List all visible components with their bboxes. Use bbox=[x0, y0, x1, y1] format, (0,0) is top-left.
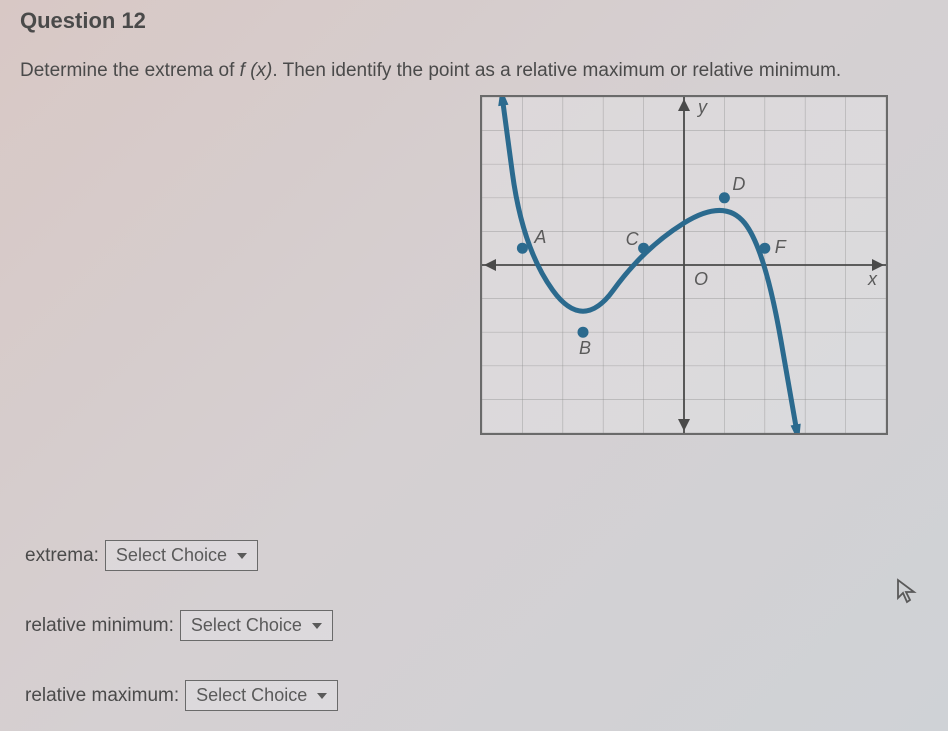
svg-text:x: x bbox=[867, 269, 878, 289]
chevron-down-icon bbox=[312, 623, 322, 629]
prompt-suffix: . Then identify the point as a relative … bbox=[272, 60, 841, 81]
svg-text:C: C bbox=[626, 229, 640, 249]
svg-text:y: y bbox=[696, 97, 708, 117]
extrema-select[interactable]: Select Choice bbox=[105, 540, 258, 571]
relative-maximum-select[interactable]: Select Choice bbox=[185, 680, 338, 711]
svg-text:A: A bbox=[533, 227, 546, 247]
relative-maximum-select-text: Select Choice bbox=[196, 685, 307, 706]
svg-text:O: O bbox=[694, 269, 708, 289]
relative-minimum-select[interactable]: Select Choice bbox=[180, 610, 333, 641]
svg-text:F: F bbox=[775, 237, 787, 257]
question-prompt: Determine the extrema of f (x). Then ide… bbox=[20, 60, 841, 82]
relative-maximum-row: relative maximum: Select Choice bbox=[25, 680, 338, 711]
graph: y x O A B C D F bbox=[480, 95, 888, 435]
svg-text:B: B bbox=[579, 338, 591, 358]
graph-svg: y x O A B C D F bbox=[482, 97, 886, 433]
cursor-icon bbox=[896, 578, 918, 611]
svg-text:D: D bbox=[732, 174, 745, 194]
extrema-select-text: Select Choice bbox=[116, 545, 227, 566]
extrema-label: extrema: bbox=[25, 545, 99, 567]
chevron-down-icon bbox=[237, 553, 247, 559]
chevron-down-icon bbox=[317, 693, 327, 699]
relative-maximum-label: relative maximum: bbox=[25, 685, 179, 707]
prompt-prefix: Determine the extrema of bbox=[20, 60, 240, 81]
relative-minimum-label: relative minimum: bbox=[25, 615, 174, 637]
prompt-fx: f (x) bbox=[240, 60, 273, 81]
relative-minimum-row: relative minimum: Select Choice bbox=[25, 610, 333, 641]
extrema-row: extrema: Select Choice bbox=[25, 540, 258, 571]
relative-minimum-select-text: Select Choice bbox=[191, 615, 302, 636]
question-number: Question 12 bbox=[20, 8, 146, 34]
